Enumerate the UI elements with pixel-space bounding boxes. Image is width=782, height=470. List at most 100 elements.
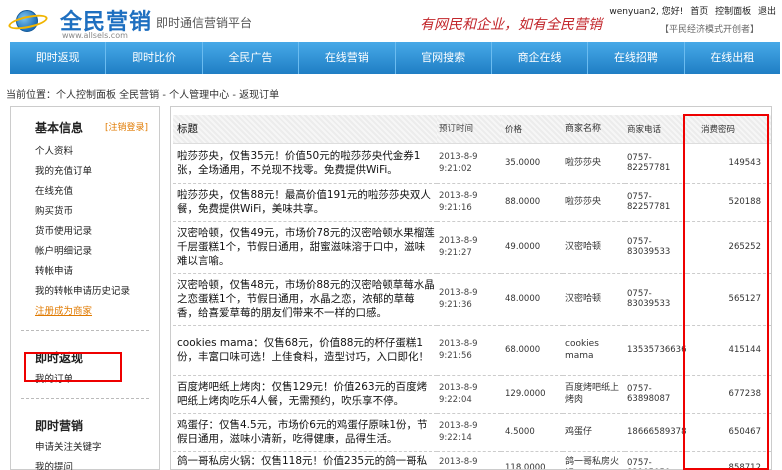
sidebar-item-recharge-orders[interactable]: 我的充值订单 (11, 162, 159, 182)
order-date: 2013-8-9 (439, 421, 478, 431)
sidebar-item-transfer-request[interactable]: 转帐申请 (11, 262, 159, 282)
sidebar-item-my-questions[interactable]: 我的提问 (11, 458, 159, 470)
order-time: 2013-8-9 9:21:27 (437, 221, 501, 274)
order-code: 858712 (687, 451, 771, 469)
order-price: 35.0000 (501, 143, 563, 184)
top-links: wenyuan2, 您好! 首页 控制面板 退出 (605, 4, 776, 17)
table-row[interactable]: 啦莎莎央，仅售35元！价值50元的啦莎莎央代金券1张，全场通用，不兑现不找零。免… (173, 143, 771, 184)
site-header: 全民营销 即时通信营销平台 www.allsels.com 有网民和企业，如有全… (0, 0, 782, 42)
order-code: 565127 (687, 273, 771, 326)
table-header-row: 标题 预订时间 价格 商家名称 商家电话 消费密码 (173, 115, 771, 144)
user-greeting: wenyuan2, 您好! (609, 7, 684, 17)
orders-panel: 标题 预订时间 价格 商家名称 商家电话 消费密码 啦莎莎央，仅售35元！价值5… (170, 106, 772, 470)
order-code: 265252 (687, 221, 771, 274)
order-time: 2013-8-9 9:22:04 (437, 375, 501, 414)
order-title[interactable]: cookies mama：仅售68元，价值88元的杯仔蛋糕1份，丰富口味可选！上… (173, 325, 437, 376)
order-price: 49.0000 (501, 221, 563, 274)
orders-table: 标题 预订时间 价格 商家名称 商家电话 消费密码 啦莎莎央，仅售35元！价值5… (173, 115, 771, 469)
sidebar-item-my-orders[interactable]: 我的订单 (11, 370, 159, 390)
order-phone: 0757-82257781 (625, 143, 687, 184)
sidebar-item-buy-currency[interactable]: 购买货币 (11, 202, 159, 222)
order-code: 520188 (687, 183, 771, 222)
sidebar-cashback-title: 即时返现 (35, 351, 84, 365)
order-title[interactable]: 百度烤吧纸上烤肉：仅售129元！价值263元的百度烤吧纸上烤肉吃乐4人餐，无需预… (173, 375, 437, 414)
order-phone: 0757-83039533 (625, 273, 687, 326)
order-phone: 0757-83105050 (625, 451, 687, 469)
nav-item-rent[interactable]: 在线出租 (685, 42, 780, 74)
col-header-time: 预订时间 (437, 115, 501, 144)
order-clock: 9:21:02 (439, 164, 472, 174)
col-header-title: 标题 (173, 115, 437, 144)
order-phone: 0757-82257781 (625, 183, 687, 222)
order-merchant[interactable]: 汉密哈顿 (563, 221, 625, 274)
sidebar-item-register-merchant[interactable]: 注册成为商家 (11, 302, 159, 322)
order-clock: 9:22:14 (439, 433, 472, 443)
order-date: 2013-8-9 (439, 288, 478, 298)
order-price: 68.0000 (501, 325, 563, 376)
order-date: 2013-8-9 (439, 191, 478, 201)
logo-globe-icon[interactable] (6, 4, 58, 36)
table-row[interactable]: 百度烤吧纸上烤肉：仅售129元！价值263元的百度烤吧纸上烤肉吃乐4人餐，无需预… (173, 375, 771, 414)
order-merchant[interactable]: 啦莎莎央 (563, 183, 625, 222)
order-clock: 9:21:16 (439, 203, 472, 213)
order-title[interactable]: 啦莎莎央，仅售35元！价值50元的啦莎莎央代金券1张，全场通用，不兑现不找零。免… (173, 143, 437, 184)
nav-item-search[interactable]: 官网搜索 (396, 42, 492, 74)
sidebar-item-transfer-history[interactable]: 我的转帐申请历史记录 (11, 282, 159, 302)
sidebar-item-account-details[interactable]: 帐户明细记录 (11, 242, 159, 262)
table-row[interactable]: 鸽一哥私房火锅：仅售118元！价值235元的鸽一哥私房火锅4人餐，2013-8-… (173, 451, 771, 469)
main-nav: 即时返现 即时比价 全民广告 在线营销 官网搜索 商企在线 在线招聘 在线出租 (10, 42, 780, 74)
nav-item-cashback[interactable]: 即时返现 (10, 42, 107, 74)
control-panel-link[interactable]: 控制面板 (715, 7, 751, 17)
order-time: 2013-8-9 9:21:02 (437, 143, 501, 184)
order-merchant[interactable]: 鸽一哥私房火锅 (563, 451, 625, 469)
order-merchant[interactable]: 啦莎莎央 (563, 143, 625, 184)
logout-link[interactable]: 退出 (758, 7, 776, 17)
slogan-tag: 【平民经济模式开创者】 (660, 25, 760, 35)
order-title[interactable]: 鸽一哥私房火锅：仅售118元！价值235元的鸽一哥私房火锅4人餐， (173, 451, 437, 469)
sidebar-item-keyword-request[interactable]: 申请关注关键字 (11, 438, 159, 458)
order-title[interactable]: 啦莎莎央，仅售88元！最高价值191元的啦莎莎央双人餐，免费提供WiFi，美味共… (173, 183, 437, 222)
nav-item-marketing[interactable]: 在线营销 (299, 42, 396, 74)
order-phone: 13535736636 (625, 325, 687, 376)
order-time: 2013-8-9 9:22:14 (437, 413, 501, 452)
order-title[interactable]: 汉密哈顿，仅售49元，市场价78元的汉密哈顿水果榴莲千层蛋糕1个，节假日通用，甜… (173, 221, 437, 274)
order-title[interactable]: 鸡蛋仔：仅售4.5元，市场价6元的鸡蛋仔原味1份，节假日通用，滋味小清新，吃得健… (173, 413, 437, 452)
order-date: 2013-8-9 (439, 152, 478, 162)
table-row[interactable]: cookies mama：仅售68元，价值88元的杯仔蛋糕1份，丰富口味可选！上… (173, 325, 771, 376)
order-merchant[interactable]: 百度烤吧纸上烤肉 (563, 375, 625, 414)
nav-item-business[interactable]: 商企在线 (492, 42, 589, 74)
order-time: 2013-8-9 9:21:16 (437, 183, 501, 222)
order-price: 88.0000 (501, 183, 563, 222)
order-clock: 9:22:04 (439, 395, 472, 405)
sidebar-item-online-recharge[interactable]: 在线充值 (11, 182, 159, 202)
sidebar-marketing-title: 即时营销 (35, 419, 84, 433)
order-price: 48.0000 (501, 273, 563, 326)
home-link[interactable]: 首页 (690, 7, 708, 17)
order-time: 2013-8-9 9:21:56 (437, 325, 501, 376)
sidebar-item-currency-usage[interactable]: 货币使用记录 (11, 222, 159, 242)
table-row[interactable]: 汉密哈顿，仅售49元，市场价78元的汉密哈顿水果榴莲千层蛋糕1个，节假日通用，甜… (173, 221, 771, 274)
order-price: 4.5000 (501, 413, 563, 452)
order-clock: 9:21:27 (439, 248, 472, 258)
order-time: 2013-8-9 9:21:36 (437, 273, 501, 326)
table-row[interactable]: 啦莎莎央，仅售88元！最高价值191元的啦莎莎央双人餐，免费提供WiFi，美味共… (173, 183, 771, 222)
col-header-code: 消费密码 (687, 115, 771, 144)
nav-item-ads[interactable]: 全民广告 (203, 42, 300, 74)
sidebar-divider (21, 398, 149, 399)
table-row[interactable]: 鸡蛋仔：仅售4.5元，市场价6元的鸡蛋仔原味1份，节假日通用，滋味小清新，吃得健… (173, 413, 771, 452)
order-merchant[interactable]: 汉密哈顿 (563, 273, 625, 326)
order-phone: 0757-63898087 (625, 375, 687, 414)
order-merchant[interactable]: cookies mama (563, 325, 625, 376)
order-code: 149543 (687, 143, 771, 184)
table-row[interactable]: 汉密哈顿，仅售48元，市场价88元的汉密哈顿草莓水晶之恋蛋糕1个，节假日通用，水… (173, 273, 771, 326)
sidebar-logout-link[interactable]: [注销登录] (105, 120, 148, 133)
nav-item-compare[interactable]: 即时比价 (106, 42, 203, 74)
order-price: 118.0000 (501, 451, 563, 469)
sidebar-item-profile[interactable]: 个人资料 (11, 142, 159, 162)
order-merchant[interactable]: 鸡蛋仔 (563, 413, 625, 452)
brand-subtitle: 即时通信营销平台 (156, 16, 253, 30)
order-code: 650467 (687, 413, 771, 452)
nav-item-jobs[interactable]: 在线招聘 (588, 42, 685, 74)
order-title[interactable]: 汉密哈顿，仅售48元，市场价88元的汉密哈顿草莓水晶之恋蛋糕1个，节假日通用，水… (173, 273, 437, 326)
order-date: 2013-8-9 (439, 383, 478, 393)
